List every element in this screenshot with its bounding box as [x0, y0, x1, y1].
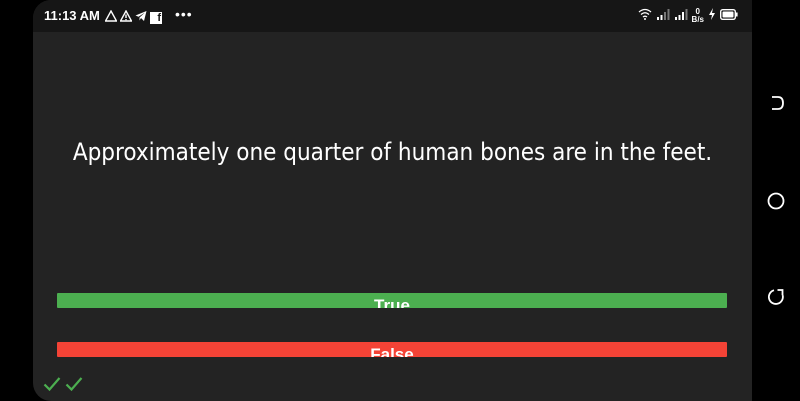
- signal-icon: [656, 7, 670, 25]
- status-bar: 11:13 AM f ••• 0 B/s: [33, 0, 752, 32]
- telegram-icon: [135, 9, 147, 27]
- navigation-bar: [752, 0, 800, 401]
- more-notifications-icon: •••: [175, 6, 193, 22]
- false-answer-label: False: [370, 345, 414, 357]
- app-screen: 11:13 AM f ••• 0 B/s Approximately one q…: [33, 0, 752, 401]
- true-answer-label: True: [374, 296, 410, 308]
- warning-outline-icon: [104, 9, 118, 27]
- system-status: 0 B/s: [638, 7, 738, 25]
- battery-icon: [719, 7, 738, 25]
- check-icon: [65, 376, 83, 397]
- false-answer-button[interactable]: False: [57, 342, 727, 357]
- signal-icon: [674, 7, 688, 25]
- status-time: 11:13 AM: [44, 8, 100, 23]
- recents-icon[interactable]: [766, 287, 786, 307]
- net-speed: 0 B/s: [692, 8, 704, 24]
- back-icon[interactable]: [766, 93, 786, 113]
- charging-icon: [708, 7, 716, 25]
- home-icon[interactable]: [766, 191, 786, 211]
- check-icon: [43, 376, 61, 397]
- wifi-icon: [638, 7, 652, 25]
- notification-icons: f: [104, 9, 162, 27]
- question-text: Approximately one quarter of human bones…: [72, 138, 713, 166]
- facebook-icon: f: [150, 12, 162, 24]
- true-answer-button[interactable]: True: [57, 293, 727, 308]
- score-tracker: [43, 376, 83, 397]
- net-speed-unit: B/s: [691, 15, 704, 24]
- warning-icon: [119, 9, 133, 27]
